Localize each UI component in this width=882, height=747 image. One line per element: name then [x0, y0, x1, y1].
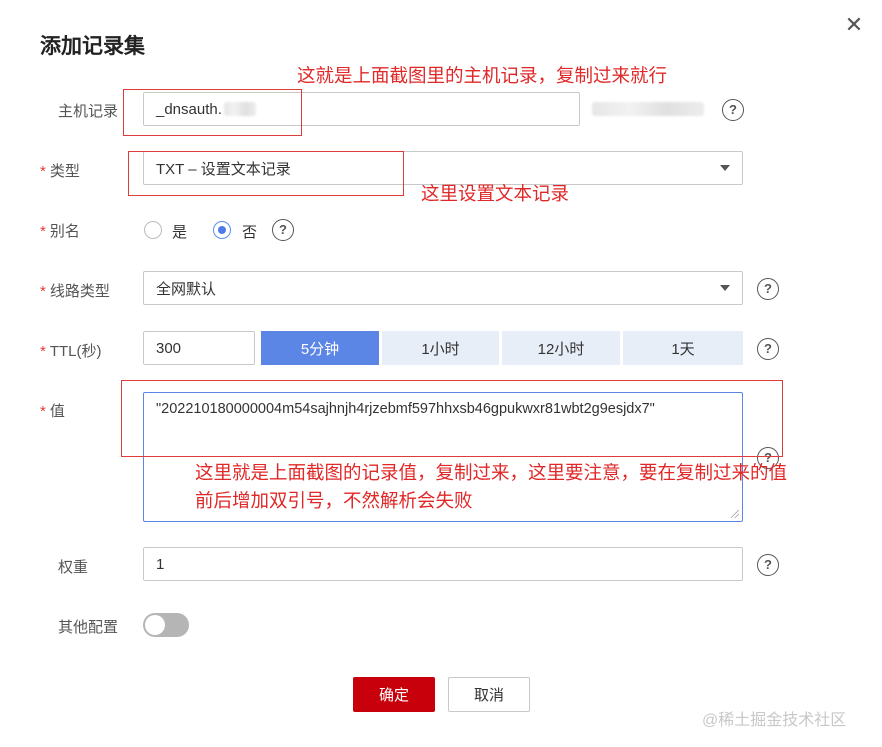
ttl-value: 300	[156, 339, 182, 357]
annotation-box-value	[121, 380, 783, 457]
dialog-title: 添加记录集	[40, 35, 145, 58]
weight-label: 权重	[58, 559, 89, 576]
weight-input[interactable]: 1	[143, 547, 743, 581]
required-mark: *	[40, 163, 46, 180]
annotation-value-note-1: 这里就是上面截图的记录值，复制过来，这里要注意，要在复制过来的值	[195, 462, 788, 483]
chevron-down-icon	[720, 285, 730, 291]
value-label-text: 值	[49, 403, 65, 420]
line-select[interactable]: 全网默认	[143, 271, 743, 305]
watermark: @稀土掘金技术社区	[702, 712, 847, 729]
type-label-text: 类型	[49, 163, 80, 180]
alias-label-text: 别名	[49, 223, 80, 240]
confirm-button[interactable]: 确定	[353, 677, 435, 712]
required-mark: *	[40, 403, 46, 420]
ttl-label: * TTL(秒)	[40, 340, 102, 361]
annotation-host-note: 这就是上面截图里的主机记录，复制过来就行	[297, 65, 668, 86]
line-label: * 线路类型	[40, 280, 110, 301]
close-icon[interactable]: ✕	[843, 14, 865, 36]
alias-no-label[interactable]: 否	[242, 221, 257, 242]
required-mark: *	[40, 223, 46, 240]
weight-value: 1	[156, 555, 165, 573]
host-help-icon[interactable]: ?	[722, 99, 744, 121]
required-mark: *	[40, 283, 46, 300]
line-value: 全网默认	[156, 280, 217, 298]
required-mark: *	[40, 343, 46, 360]
ttl-option-5min[interactable]: 5分钟	[261, 331, 379, 365]
ttl-option-1d[interactable]: 1天	[623, 331, 743, 365]
ttl-option-12h[interactable]: 12小时	[502, 331, 620, 365]
chevron-down-icon	[720, 165, 730, 171]
ttl-input[interactable]: 300	[143, 331, 255, 365]
other-config-toggle[interactable]	[143, 613, 189, 637]
alias-yes-label[interactable]: 是	[172, 221, 187, 242]
alias-help-icon[interactable]: ?	[272, 219, 294, 241]
cancel-button[interactable]: 取消	[448, 677, 530, 712]
alias-label: * 别名	[40, 220, 80, 241]
annotation-value-note-2: 前后增加双引号，不然解析会失败	[195, 490, 473, 511]
domain-suffix-redacted	[592, 102, 704, 116]
ttl-help-icon[interactable]: ?	[757, 338, 779, 360]
ttl-option-1h[interactable]: 1小时	[382, 331, 499, 365]
alias-no-radio[interactable]	[213, 221, 231, 239]
type-label: * 类型	[40, 160, 80, 181]
other-config-label: 其他配置	[58, 619, 119, 636]
resize-handle[interactable]	[731, 510, 739, 518]
ttl-label-text: TTL(秒)	[49, 343, 102, 360]
annotation-type-note: 这里设置文本记录	[421, 183, 570, 204]
annotation-box-host	[123, 89, 302, 136]
line-help-icon[interactable]: ?	[757, 278, 779, 300]
alias-yes-radio[interactable]	[144, 221, 162, 239]
value-label: * 值	[40, 400, 65, 421]
annotation-box-type	[128, 151, 404, 196]
weight-help-icon[interactable]: ?	[757, 554, 779, 576]
host-label: 主机记录	[58, 103, 119, 120]
line-label-text: 线路类型	[49, 283, 110, 300]
